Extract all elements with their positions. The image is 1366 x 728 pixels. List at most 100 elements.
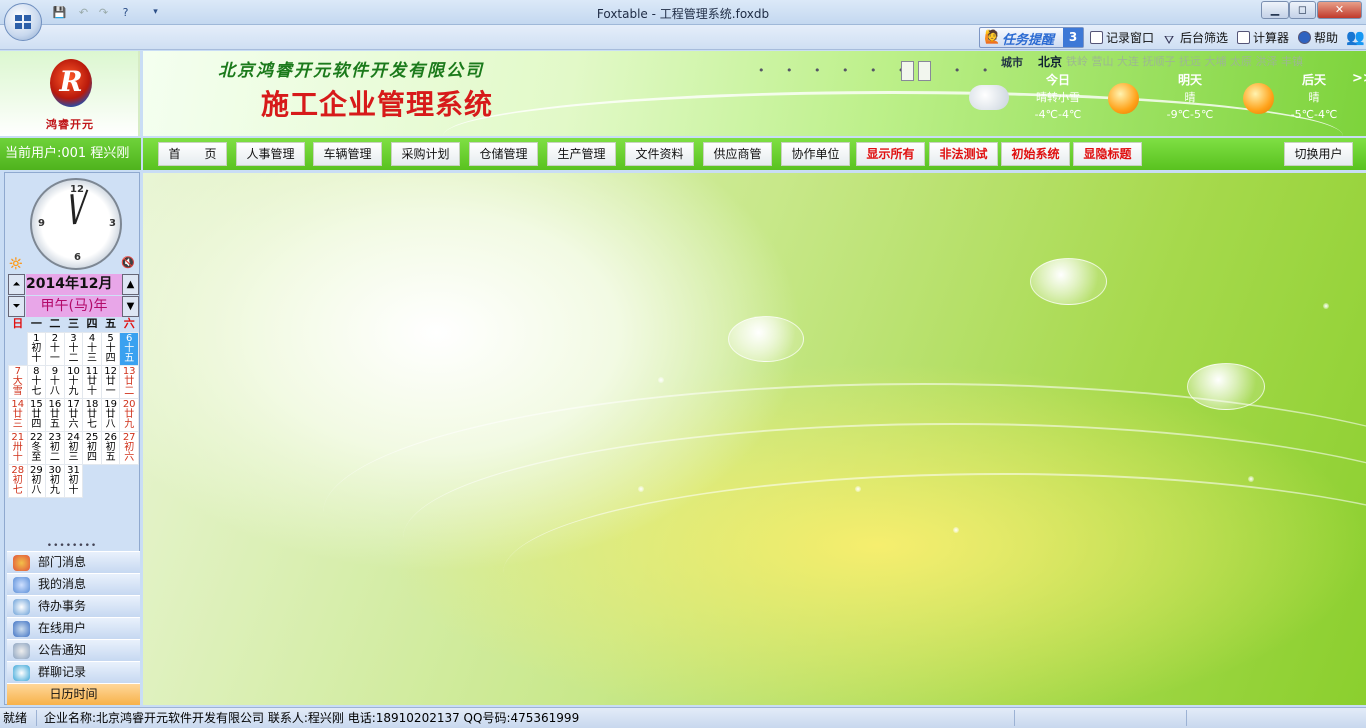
nav-production[interactable]: 生产管理	[547, 142, 616, 166]
next-month-icon[interactable]: ▼	[122, 296, 139, 317]
calendar-day-number: 2	[51, 332, 59, 344]
nav-init-system[interactable]: 初始系统	[1001, 142, 1070, 166]
calendar-day-cell[interactable]: 24 初三	[63, 430, 84, 465]
nav-warehouse[interactable]: 仓储管理	[469, 142, 538, 166]
app-menu-button[interactable]	[4, 3, 42, 41]
weather-desc: 晴	[1184, 91, 1196, 104]
help-button[interactable]: 帮助	[1298, 29, 1338, 47]
banner-next-button[interactable]	[918, 61, 931, 81]
calendar-lunar-label: 廿二	[124, 375, 135, 397]
calendar-day-cell[interactable]: 22 冬至	[26, 430, 47, 465]
calendar-day-cell[interactable]: 6 十五	[119, 331, 139, 366]
company-logo: R	[50, 59, 92, 107]
calendar-lunar-label: 十五	[124, 342, 135, 364]
nav-partners[interactable]: 协作单位	[781, 142, 850, 166]
calendar-day-cell[interactable]: 26 初五	[100, 430, 121, 465]
calendar-lunar-label: 初四	[87, 441, 98, 463]
calendar-day-cell[interactable]: 13 廿二	[119, 364, 139, 399]
calendar-day-cell[interactable]: 21 卅十	[8, 430, 28, 465]
nav-personnel[interactable]: 人事管理	[236, 142, 305, 166]
calculator-button[interactable]: 计算器	[1237, 29, 1289, 47]
nav-vehicles[interactable]: 车辆管理	[313, 142, 382, 166]
calendar-day-cell[interactable]: 25 初四	[82, 430, 102, 465]
current-city[interactable]: 北京	[1038, 53, 1062, 70]
banner-prev-button[interactable]	[901, 61, 914, 81]
record-window-button[interactable]: 记录窗口	[1090, 29, 1154, 47]
status-bar: 就绪 企业名称:北京鸿睿开元软件开发有限公司 联系人:程兴刚 电话:189102…	[0, 707, 1366, 728]
next-year-icon[interactable]: ⏷	[8, 296, 25, 317]
company-name: 北京鸿睿开元软件开发有限公司	[218, 61, 484, 81]
calendar-day-cell[interactable]: 29 初八	[26, 463, 47, 498]
weather-today: 今日 晴转小雪 -4℃-4℃	[1023, 72, 1093, 123]
calendar-day-cell[interactable]: 19 廿八	[100, 397, 121, 432]
weather-temp: -9℃-5℃	[1166, 108, 1214, 121]
calendar-day-cell[interactable]: 20 廿九	[119, 397, 139, 432]
calendar-day-cell[interactable]: 9 十八	[45, 364, 65, 399]
city-list[interactable]: 铁岭 营山 大连 抚顺子 抚远 大埔 太原 洪泽 丰镇	[1066, 53, 1303, 69]
calendar-day-cell[interactable]: 16 廿五	[45, 397, 65, 432]
backend-filter-button[interactable]: ⛛ 后台筛选	[1164, 29, 1228, 47]
calendar-day-cell[interactable]: 30 初九	[45, 463, 65, 498]
calendar-day-cell[interactable]: 3 十二	[63, 331, 84, 366]
prev-month-icon[interactable]: ▲	[122, 274, 139, 295]
sun-icon	[1243, 83, 1274, 114]
calendar-day-cell[interactable]: 12 廿一	[100, 364, 121, 399]
calendar-day-cell[interactable]: 28 初七	[8, 463, 28, 498]
banner-slide-dots[interactable]: • • • • • • • • •	[758, 64, 997, 77]
calendar-day-cell[interactable]: 18 廿七	[82, 397, 102, 432]
close-button[interactable]: ✕	[1317, 1, 1362, 19]
panel-splitter[interactable]: ••••••••	[5, 541, 139, 551]
calendar-lunar-label: 十二	[68, 342, 79, 364]
clock-settings-icon[interactable]: 🔆	[9, 257, 23, 270]
mute-icon[interactable]: 🔇	[121, 256, 135, 269]
side-item-online-users[interactable]: 在线用户	[7, 617, 140, 639]
nav-documents[interactable]: 文件资料	[625, 142, 694, 166]
side-item-department-messages[interactable]: 部门消息	[7, 551, 140, 573]
calendar-day-cell[interactable]: 17 廿六	[63, 397, 84, 432]
calendar-day-cell[interactable]: 11 廿十	[82, 364, 102, 399]
calendar-lunar-label: 十九	[68, 375, 79, 397]
side-item-todo[interactable]: 待办事务	[7, 595, 140, 617]
weather-more-icon[interactable]: >>	[1352, 71, 1366, 86]
side-item-announcements[interactable]: 公告通知	[7, 639, 140, 661]
task-count-badge: 3	[1063, 28, 1083, 47]
department-message-icon	[13, 555, 30, 571]
calendar-lunar-label: 初五	[105, 441, 116, 463]
calendar-day-cell[interactable]: 14 廿三	[8, 397, 28, 432]
calendar-day-cell[interactable]: 10 十九	[63, 364, 84, 399]
side-item-group-chat[interactable]: 群聊记录	[7, 661, 140, 683]
calendar-day-cell[interactable]: 23 初二	[45, 430, 65, 465]
calendar-day-number: 19	[104, 398, 117, 410]
side-item-calendar[interactable]: 日历时间	[7, 683, 140, 705]
calendar-day-cell[interactable]: 2 十一	[45, 331, 65, 366]
task-reminder-button[interactable]: 🙋 任务提醒 3	[979, 27, 1084, 48]
calendar-day-cell[interactable]: 5 十四	[100, 331, 121, 366]
nav-home[interactable]: 首 页	[158, 142, 227, 166]
nav-suppliers[interactable]: 供应商管	[703, 142, 772, 166]
task-reminder-label: 任务提醒	[1002, 33, 1055, 48]
calculator-icon	[1237, 31, 1250, 44]
calendar-day-number: 6	[126, 332, 133, 344]
calendar-day-cell[interactable]: 15 廿四	[26, 397, 47, 432]
nav-toggle-title[interactable]: 显隐标题	[1073, 142, 1142, 166]
nav-show-all[interactable]: 显示所有	[856, 142, 925, 166]
minimize-button[interactable]: ▁	[1261, 1, 1289, 19]
calendar-day-cell[interactable]: 27 初六	[119, 430, 139, 465]
calendar-day-cell[interactable]: 7 大雪	[8, 364, 28, 399]
side-item-my-messages[interactable]: 我的消息	[7, 573, 140, 595]
nav-illegal-test[interactable]: 非法测试	[929, 142, 998, 166]
prev-year-icon[interactable]: ⏶	[8, 274, 25, 295]
switch-user-button[interactable]: 切换用户	[1284, 142, 1353, 166]
calendar-empty-cell	[9, 332, 28, 365]
calendar-day-cell[interactable]: 31 初十	[63, 463, 84, 498]
users-icon[interactable]: 👥	[1346, 28, 1365, 46]
calendar-lunar-label: 初十	[68, 474, 79, 496]
nav-purchase-plan[interactable]: 采购计划	[391, 142, 460, 166]
system-name: 施工企业管理系统	[261, 88, 494, 121]
calendar-day-number: 27	[122, 431, 136, 443]
calendar-day-cell[interactable]: 4 十三	[82, 331, 102, 366]
maximize-button[interactable]: ◻	[1289, 1, 1316, 19]
calendar-day-cell[interactable]: 1 初十	[26, 331, 47, 366]
calendar-day-cell[interactable]: 8 十七	[26, 364, 47, 399]
calendar-weekdays: 日一二三四五六	[9, 318, 139, 332]
